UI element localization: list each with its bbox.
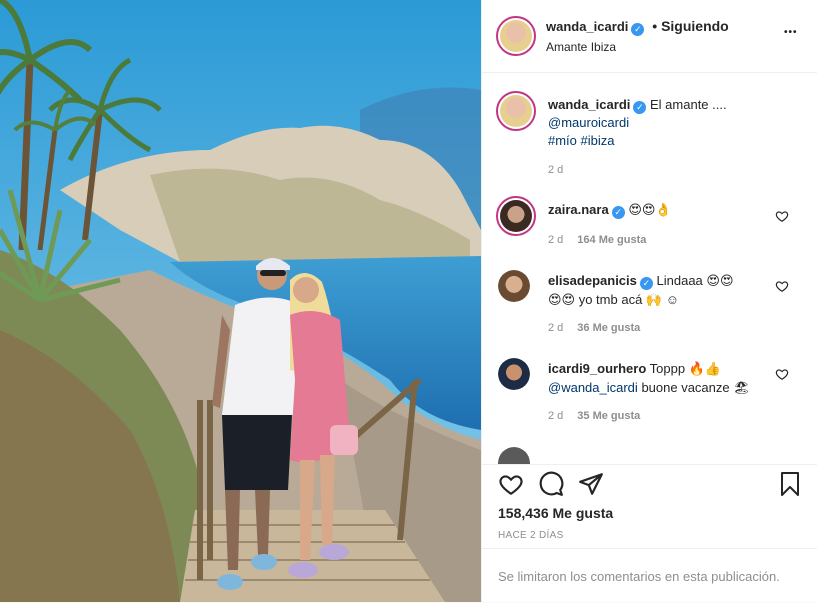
caption-mention[interactable]: @mauroicardi [548, 115, 629, 130]
caption-avatar[interactable] [496, 91, 536, 131]
post-actions: 158,436 Me gusta HACE 2 DÍAS [482, 464, 817, 549]
post-header: wanda_icardi ✓ • Siguiendo Amante Ibiza •… [482, 0, 817, 73]
caption-hashtags[interactable]: #mío #ibiza [548, 133, 614, 148]
more-options-icon[interactable]: ••• [784, 27, 798, 38]
location-link[interactable]: Amante Ibiza [546, 40, 616, 54]
caption-time[interactable]: 2 d [548, 164, 563, 176]
author-username[interactable]: wanda_icardi [546, 19, 628, 34]
post-dialog: wanda_icardi ✓ • Siguiendo Amante Ibiza •… [0, 0, 817, 602]
comment-username[interactable]: zaira.nara [548, 202, 609, 217]
comment-mention[interactable]: @wanda_icardi [548, 380, 638, 395]
comment-text: Lindaaa 😍😍 [656, 273, 734, 288]
following-button[interactable]: Siguiendo [661, 18, 729, 34]
comment-meta: 2 d 36 Me gusta [548, 322, 640, 334]
comment-box: Se limitaron los comentarios en esta pub… [482, 548, 817, 603]
comment-meta: 2 d 164 Me gusta [548, 234, 646, 246]
comment-text-continued: 😍😍 yo tmb acá 🙌 ☺ [548, 292, 679, 307]
like-comment-heart-icon[interactable] [775, 279, 789, 293]
comment-time[interactable]: 2 d [548, 234, 563, 246]
comment-meta: 2 d 35 Me gusta [548, 410, 640, 422]
header-separator: • [652, 18, 658, 34]
comment-likes[interactable]: 36 Me gusta [577, 322, 640, 334]
save-bookmark-icon[interactable] [778, 471, 802, 497]
like-heart-icon[interactable] [498, 471, 524, 497]
comment-body: zaira.nara ✓ 😍😍👌 [548, 202, 672, 219]
commenter-avatar[interactable] [496, 196, 536, 236]
comment-body: icardi9_ourhero Toppp 🔥👍 @wanda_icardi b… [548, 359, 778, 397]
post-sidebar: wanda_icardi ✓ • Siguiendo Amante Ibiza •… [481, 0, 817, 602]
comment-time[interactable]: 2 d [548, 322, 563, 334]
like-comment-heart-icon[interactable] [775, 367, 789, 381]
post-timestamp[interactable]: HACE 2 DÍAS [498, 530, 564, 541]
comment-body: elisadepanicis ✓ Lindaaa 😍😍 😍😍 yo tmb acá… [548, 271, 768, 309]
caption-body: wanda_icardi ✓ El amante .... @mauroicard… [548, 96, 788, 150]
comment-time[interactable]: 2 d [548, 410, 563, 422]
verified-badge-icon: ✓ [633, 101, 647, 114]
verified-badge-icon: ✓ [611, 206, 625, 219]
comment-bubble-icon[interactable] [538, 471, 564, 497]
beach-photo-illustration [0, 0, 481, 602]
comment-text-continued: buone vacanze 🏖 [641, 380, 750, 395]
header-line: wanda_icardi ✓ • Siguiendo [546, 18, 729, 36]
likes-count[interactable]: 158,436 Me gusta [498, 505, 613, 521]
commenter-avatar[interactable] [498, 358, 530, 390]
comments-list: wanda_icardi ✓ El amante .... @mauroicard… [482, 73, 817, 464]
comment-likes[interactable]: 35 Me gusta [577, 410, 640, 422]
verified-badge-icon: ✓ [631, 23, 645, 36]
verified-badge-icon: ✓ [639, 277, 653, 290]
comments-limited-notice: Se limitaron los comentarios en esta pub… [498, 569, 780, 584]
comment-text: Toppp 🔥👍 [649, 361, 722, 376]
share-paper-plane-icon[interactable] [578, 471, 604, 497]
author-avatar[interactable] [496, 16, 536, 56]
like-comment-heart-icon[interactable] [775, 209, 789, 223]
commenter-avatar-partial[interactable] [498, 447, 530, 464]
comment-likes[interactable]: 164 Me gusta [577, 234, 646, 246]
post-photo[interactable] [0, 0, 481, 602]
comment-username[interactable]: icardi9_ourhero [548, 361, 646, 376]
comment-username[interactable]: elisadepanicis [548, 273, 637, 288]
commenter-avatar[interactable] [498, 270, 530, 302]
caption-text: El amante .... [650, 97, 727, 112]
comment-text: 😍😍👌 [628, 202, 672, 217]
caption-username[interactable]: wanda_icardi [548, 97, 630, 112]
